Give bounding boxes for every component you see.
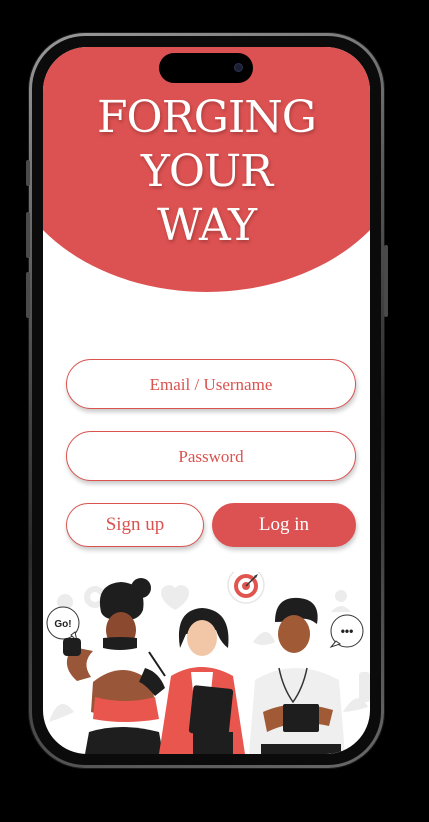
title-line-1: FORGING [97, 92, 317, 143]
password-input[interactable] [67, 433, 355, 481]
speech-bubble-dots-text: ••• [341, 624, 354, 638]
canvas: FORGING YOUR WAY Sign up Log in [0, 0, 429, 822]
user-icon [335, 590, 347, 602]
team-illustration: Go! ••• [46, 572, 370, 754]
person-coach [148, 608, 245, 754]
email-username-input[interactable] [67, 361, 355, 409]
target-icon [227, 572, 265, 604]
front-camera-icon [234, 63, 243, 72]
app-title: FORGING YOUR WAY [43, 91, 370, 253]
leaf-center-icon [253, 632, 275, 645]
heart-icon [161, 585, 189, 610]
email-field-container [66, 359, 356, 409]
dynamic-island [159, 53, 253, 83]
title-line-2: YOUR [140, 146, 273, 197]
person-trainer [249, 597, 345, 754]
log-in-button[interactable]: Log in [212, 503, 356, 547]
speech-bubble-go-text: Go! [54, 619, 71, 630]
password-field-container [66, 431, 356, 481]
app-screen: FORGING YOUR WAY Sign up Log in [43, 47, 370, 754]
speech-bubble-dots: ••• [329, 614, 364, 649]
speech-bubble-go: Go! [46, 606, 80, 643]
person-boxer [63, 578, 165, 754]
title-line-3: WAY [156, 200, 257, 251]
leaf-left-icon [49, 704, 74, 722]
power-button [384, 245, 388, 317]
sign-up-button[interactable]: Sign up [66, 503, 204, 547]
